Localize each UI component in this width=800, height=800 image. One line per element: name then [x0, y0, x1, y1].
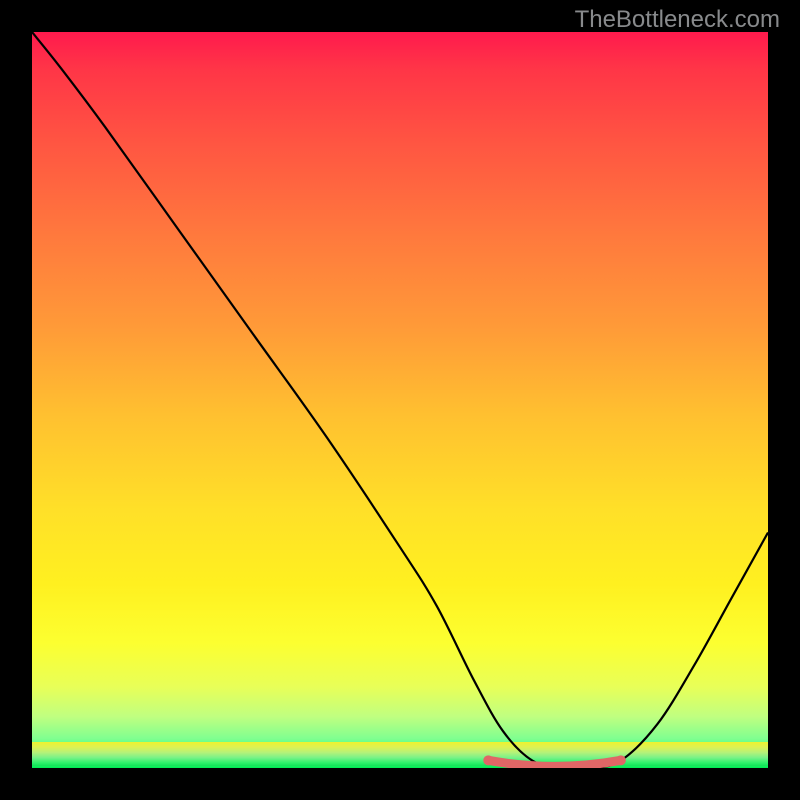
plot-area: [32, 32, 768, 768]
watermark-text: TheBottleneck.com: [575, 6, 780, 34]
chart-frame: [32, 32, 768, 768]
optimal-range-marker: [32, 32, 768, 768]
